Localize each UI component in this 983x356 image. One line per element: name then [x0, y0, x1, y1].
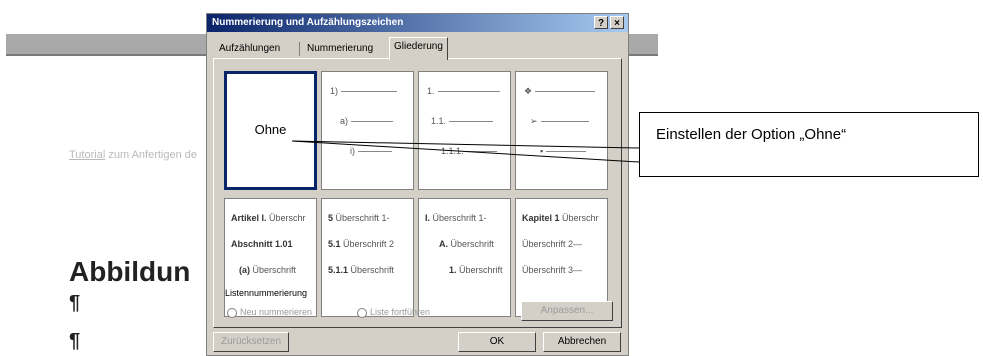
paragraph-mark: ¶ [69, 330, 81, 352]
list-numbering-label: Listennummerierung [225, 288, 308, 298]
help-button[interactable]: ? [594, 16, 608, 29]
callout-text: Einstellen der Option „Ohne“ [656, 126, 847, 143]
outline-option-article[interactable]: Artikel I. Überschr Abschnitt 1.01 (a) Ü… [224, 198, 317, 317]
square-bullet-icon: ▪ [540, 146, 544, 156]
diamond-bullet-icon: ❖ [524, 86, 533, 96]
annotation-callout: Einstellen der Option „Ohne“ [639, 112, 979, 177]
document-text-line: Tutorial zum Anfertigen de [69, 149, 198, 161]
cancel-button[interactable]: Abbrechen [543, 332, 621, 352]
ok-button[interactable]: OK [458, 332, 536, 352]
dialog-title: Nummerierung und Aufzählungszeichen [212, 17, 404, 28]
paragraph-mark: ¶ [69, 292, 81, 314]
customize-button[interactable]: Anpassen... [521, 301, 613, 321]
option-none-label: Ohne [254, 122, 287, 137]
tab-gliederung[interactable]: Gliederung [389, 37, 448, 60]
tutorial-link[interactable]: Tutorial [69, 149, 105, 161]
outline-option-none[interactable]: Ohne [224, 71, 317, 190]
outline-option-numbered-paren[interactable]: 1) a) i) [321, 71, 414, 190]
outline-option-chapter[interactable]: Kapitel 1 Überschr Überschrift 2— Übersc… [515, 198, 608, 317]
outline-option-decimal[interactable]: 1. 1.1. 1.1.1. [418, 71, 511, 190]
dialog-titlebar[interactable]: Nummerierung und Aufzählungszeichen ? × [207, 14, 628, 32]
outline-option-roman[interactable]: I. Überschrift 1- A. Überschrift 1. Über… [418, 198, 511, 317]
tab-divider [299, 42, 300, 56]
tab-nummerierung[interactable]: Nummerierung [303, 40, 377, 58]
reset-button[interactable]: Zurücksetzen [213, 332, 289, 352]
outline-option-bullets[interactable]: ❖ ➢ ▪ [515, 71, 608, 190]
outline-option-heading-5[interactable]: 5 Überschrift 1- 5.1 Überschrift 2 5.1.1… [321, 198, 414, 317]
tab-aufzaehlungen[interactable]: Aufzählungen [215, 40, 284, 58]
document-heading: Abbildun [69, 256, 191, 287]
close-button[interactable]: × [610, 16, 624, 29]
numbering-dialog: Nummerierung und Aufzählungszeichen ? × … [206, 13, 629, 356]
arrow-bullet-icon: ➢ [530, 116, 538, 126]
radio-continue-list[interactable]: Liste fortführen [357, 307, 430, 318]
radio-restart-numbering[interactable]: Neu nummerieren [227, 307, 312, 318]
